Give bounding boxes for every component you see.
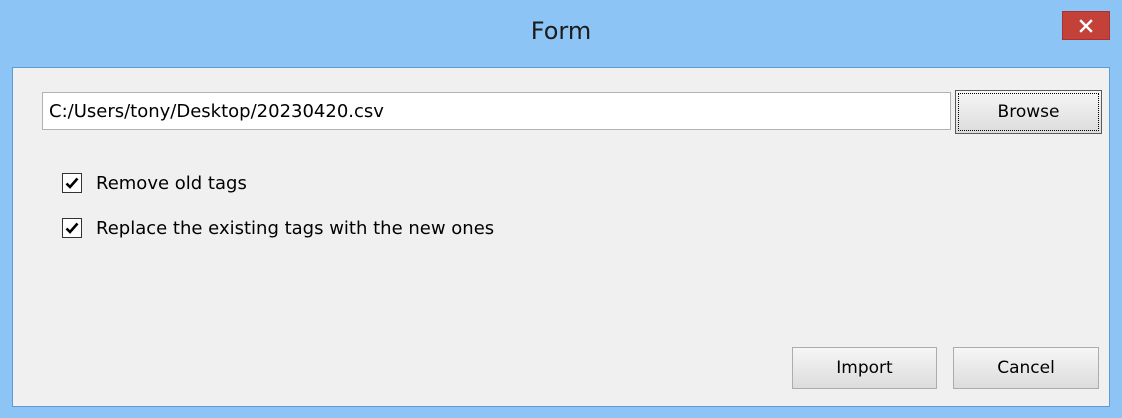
checkmark-icon — [65, 177, 79, 189]
form-window: Form Browse Remove old tags Replace — [0, 0, 1122, 418]
title-bar[interactable]: Form — [0, 0, 1122, 62]
checkmark-icon — [65, 222, 79, 234]
browse-button[interactable]: Browse — [955, 90, 1102, 134]
replace-tags-checkbox[interactable] — [62, 218, 82, 238]
close-icon — [1079, 19, 1093, 33]
remove-old-tags-checkbox[interactable] — [62, 173, 82, 193]
file-path-input[interactable] — [42, 92, 951, 130]
replace-tags-label: Replace the existing tags with the new o… — [96, 217, 495, 239]
cancel-button[interactable]: Cancel — [953, 347, 1099, 389]
form-client-area: Browse Remove old tags Replace the exist… — [12, 67, 1110, 407]
import-button[interactable]: Import — [792, 347, 937, 389]
remove-old-tags-label: Remove old tags — [96, 172, 247, 194]
window-title: Form — [530, 17, 592, 45]
replace-tags-option[interactable]: Replace the existing tags with the new o… — [62, 216, 494, 240]
close-button[interactable] — [1062, 11, 1110, 40]
remove-old-tags-option[interactable]: Remove old tags — [62, 171, 247, 195]
